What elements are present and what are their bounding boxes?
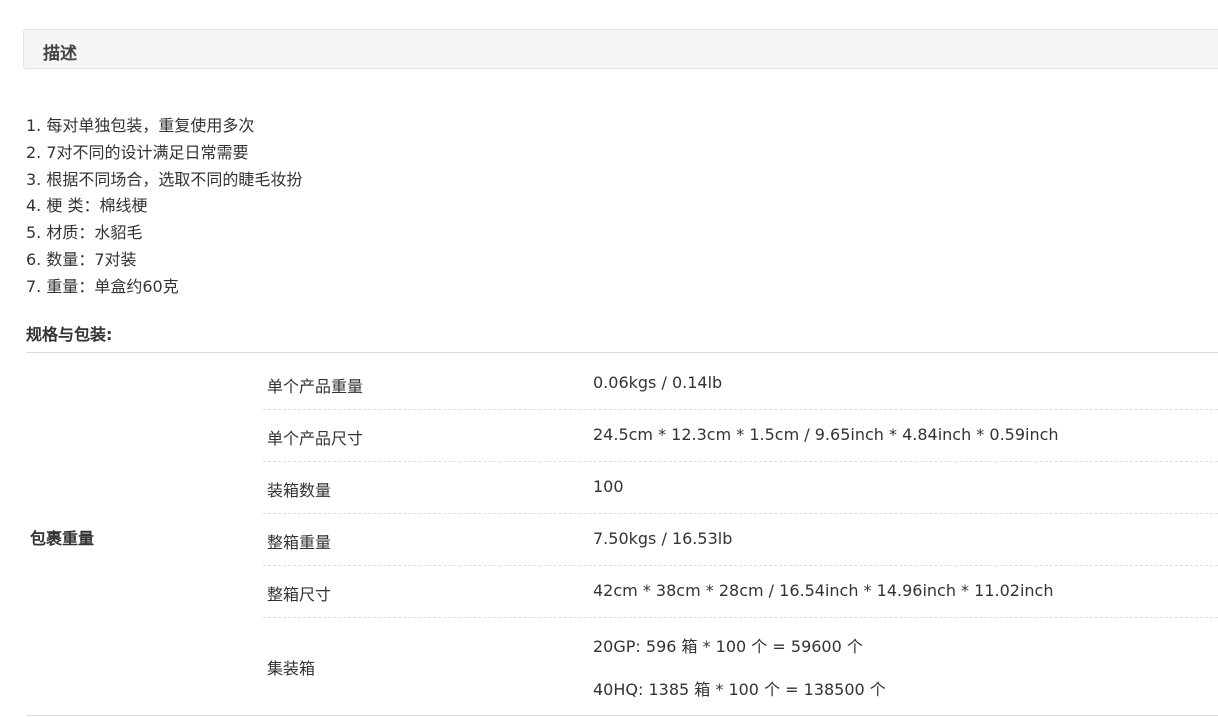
spec-row-single-size: 单个产品尺寸 24.5cm * 12.3cm * 1.5cm / 9.65inc… [263, 410, 1218, 462]
spec-row-single-weight: 单个产品重量 0.06kgs / 0.14lb [263, 353, 1218, 410]
spec-row-carton-weight: 整箱重量 7.50kgs / 16.53lb [263, 514, 1218, 566]
spec-value: 40HQ: 1385 箱 * 100 个 = 138500 个 [593, 680, 886, 699]
spec-row-carton-size: 整箱尺寸 42cm * 38cm * 28cm / 16.54inch * 14… [263, 566, 1218, 618]
spec-value: 42cm * 38cm * 28cm / 16.54inch * 14.96in… [593, 581, 1054, 600]
spec-group-label: 包裹重量 [30, 529, 95, 548]
feature-item: 3. 根据不同场合，选取不同的睫毛妆扮 [26, 169, 303, 189]
spec-value: 20GP: 596 箱 * 100 个 = 59600 个 [593, 637, 863, 656]
feature-item: 2. 7对不同的设计满足日常需要 [26, 142, 249, 162]
spec-key: 集装箱 [267, 659, 316, 678]
spec-table: 包裹重量 单个产品重量 0.06kgs / 0.14lb 单个产品尺寸 24.5… [26, 352, 1218, 716]
feature-item: 5. 材质：水貂毛 [26, 223, 143, 243]
spec-row-carton-quantity: 装箱数量 100 [263, 462, 1218, 514]
spec-value: 24.5cm * 12.3cm * 1.5cm / 9.65inch * 4.8… [593, 425, 1059, 444]
spec-value: 7.50kgs / 16.53lb [593, 529, 733, 548]
specs-title: 规格与包装: [26, 325, 113, 344]
description-header-title: 描述 [43, 44, 77, 64]
feature-item: 6. 数量：7对装 [26, 249, 137, 269]
spec-key: 装箱数量 [267, 481, 332, 500]
spec-key: 单个产品尺寸 [267, 429, 364, 448]
feature-item: 1. 每对单独包装，重复使用多次 [26, 116, 255, 135]
spec-row-container: 集装箱 20GP: 596 箱 * 100 个 = 59600 个 40HQ: … [263, 618, 1218, 716]
spec-value: 0.06kgs / 0.14lb [593, 373, 723, 392]
cropped-text-above [0, 0, 1218, 5]
spec-key: 整箱重量 [267, 533, 332, 552]
feature-list: 1. 每对单独包装，重复使用多次 2. 7对不同的设计满足日常需要 3. 根据不… [26, 113, 302, 301]
spec-key: 整箱尺寸 [267, 585, 332, 604]
spec-key: 单个产品重量 [267, 377, 364, 396]
feature-item: 7. 重量：单盒约60克 [26, 276, 179, 296]
description-section-header: 描述 [23, 29, 1218, 69]
feature-item: 4. 梗 类：棉线梗 [26, 196, 148, 216]
spec-value: 100 [593, 477, 624, 496]
